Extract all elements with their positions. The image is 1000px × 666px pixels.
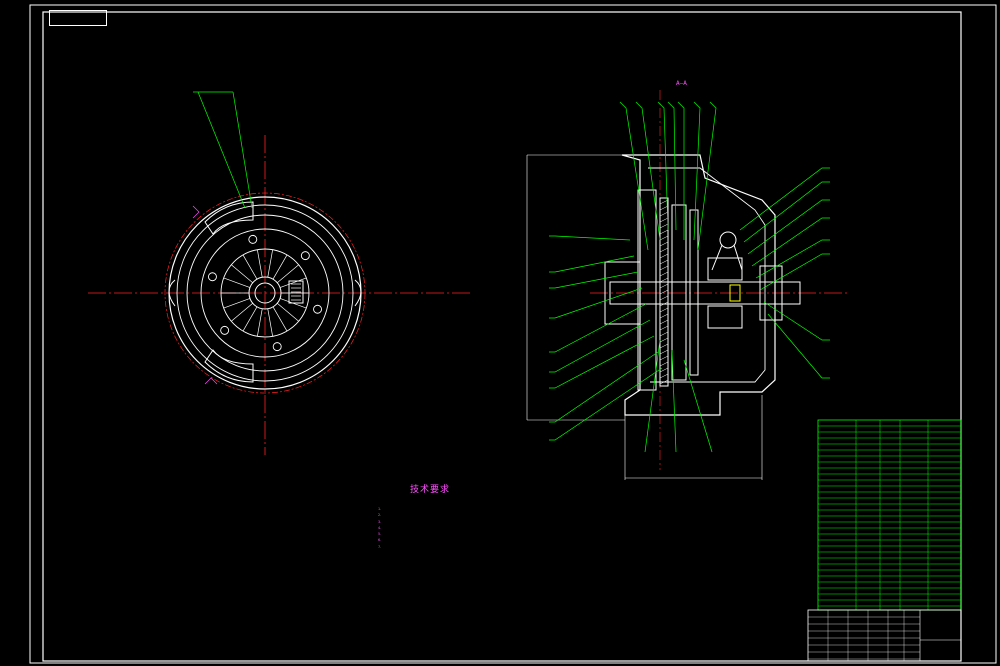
diaphragm-finger [242, 306, 258, 332]
part-leader [767, 313, 830, 379]
hatch-line [659, 319, 669, 325]
diaphragm-finger [279, 277, 307, 288]
section-arrow-top [192, 205, 200, 219]
cover-bolt [220, 325, 230, 335]
part-leader [755, 239, 830, 279]
hatch-line [659, 361, 669, 367]
section-label: A—A [676, 80, 687, 87]
part-leader [549, 367, 663, 441]
part-leader [697, 101, 717, 251]
parts-list-frame [817, 419, 962, 611]
diaphragm-finger [231, 264, 253, 283]
release-bearing [707, 257, 743, 281]
diaphragm-finger [257, 249, 263, 278]
part-leader [549, 235, 631, 241]
leader-line [197, 91, 246, 209]
leader-line [232, 91, 253, 209]
hatch-line [659, 253, 669, 259]
part-leader [549, 271, 639, 289]
diaphragm-finger [272, 306, 288, 332]
diaphragm-finger [277, 303, 299, 322]
cover-bolt [272, 342, 282, 352]
cad-drawing-canvas [29, 4, 997, 664]
diaphragm-finger [242, 254, 258, 280]
release-bearing-lower [707, 305, 743, 329]
hatch-line [659, 307, 669, 313]
part-leader [739, 167, 830, 231]
tech-note: 7. [378, 544, 382, 549]
hatch-line [659, 373, 669, 379]
technical-requirements-title: 技术要求 [410, 485, 451, 495]
spline-teeth [291, 283, 301, 301]
hatch-line [659, 337, 669, 343]
diaphragm-finger [272, 254, 288, 280]
diaphragm-finger [277, 264, 299, 283]
hatch-line [659, 265, 669, 271]
hatch-line [659, 355, 669, 361]
hatch-line [659, 247, 669, 253]
technical-requirements-notes: 1. 2. 3. 4. 5. 6. 7. [378, 506, 508, 550]
hatch-line [659, 241, 669, 247]
hatch-line [659, 283, 669, 289]
diaphragm-finger [267, 308, 273, 337]
inner-frame [42, 11, 962, 662]
hatch-line [659, 325, 669, 331]
diaphragm-finger [223, 277, 251, 288]
diaphragm-finger [267, 249, 273, 278]
cover-bolt [313, 304, 322, 314]
drawing-number-stamp [49, 10, 107, 26]
hatch-line [659, 235, 669, 241]
hatch-line [659, 205, 669, 211]
hatch-line [659, 217, 669, 223]
part-leader [747, 199, 830, 255]
cover-bolt [248, 234, 258, 244]
section-view [526, 90, 848, 480]
hatch-line [659, 259, 669, 265]
hatch-line [659, 271, 669, 277]
cover-bolt [208, 272, 217, 282]
hatch-line [659, 229, 669, 235]
section-arrow-bottom [204, 377, 218, 385]
part-leader [671, 349, 677, 453]
diaphragm-finger [231, 303, 253, 322]
front-view [88, 91, 472, 455]
part-leader [549, 255, 635, 273]
part-leader [619, 101, 649, 251]
parts-list-rows [818, 425, 961, 607]
hatch-line [659, 331, 669, 337]
part-leader [644, 339, 661, 453]
diaphragm-finger [257, 308, 263, 337]
part-leader [759, 253, 830, 291]
diaphragm-finger [223, 298, 251, 309]
retracting-clip-bottom [204, 349, 254, 383]
hatch-line [659, 295, 669, 301]
hatch-line [659, 343, 669, 349]
title-block-frame [807, 609, 962, 662]
part-leader [677, 101, 685, 240]
hatch-line [659, 313, 669, 319]
part-leader [743, 181, 830, 243]
outer-frame [29, 4, 997, 664]
part-leader [549, 303, 647, 353]
disc-hatching [659, 199, 669, 385]
title-block-grid [808, 610, 920, 661]
housing-inner [648, 167, 766, 383]
hatch-line [659, 349, 669, 355]
hatch-line [659, 277, 669, 283]
hatch-line [659, 211, 669, 217]
flywheel [637, 189, 657, 391]
cover-bolt [300, 251, 310, 261]
hatch-line [659, 223, 669, 229]
part-leader [693, 101, 701, 241]
parts-list [807, 419, 962, 662]
release-fork-pivot [719, 231, 737, 249]
